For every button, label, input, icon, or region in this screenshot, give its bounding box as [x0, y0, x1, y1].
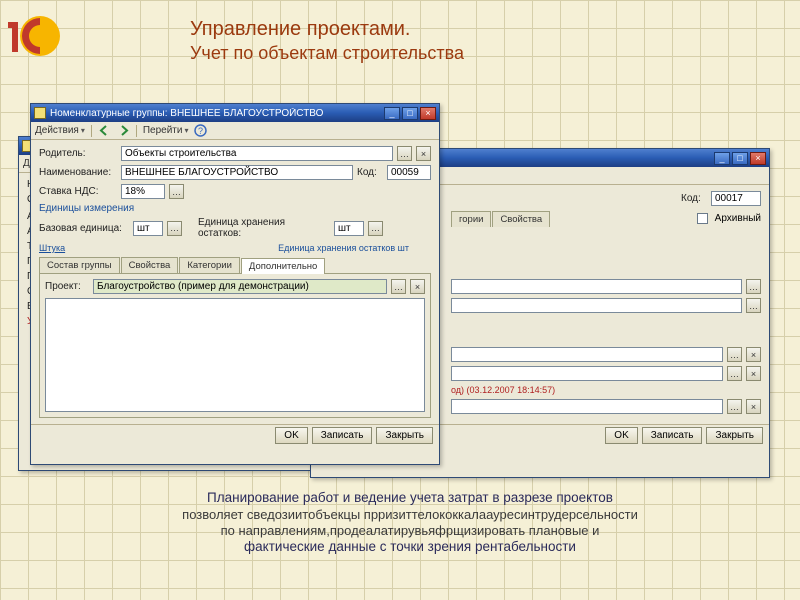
parent-label: Родитель: [39, 148, 117, 159]
units-section-title: Единицы измерения [39, 203, 431, 214]
toolbar-actions[interactable]: Действия [35, 125, 85, 136]
base-unit-label: Базовая единица: [39, 223, 129, 234]
name-label: Наименование: [39, 167, 117, 178]
tabs: Состав группы Свойства Категории Дополни… [39, 257, 431, 274]
vat-label: Ставка НДС: [39, 186, 117, 197]
stock-unit-field[interactable]: шт [334, 221, 364, 236]
desc-line-2: позволяет сведозиитобъекцы прризиттелоко… [60, 507, 760, 523]
ellipsis-button[interactable]: … [167, 221, 182, 236]
link-piece[interactable]: Штука [39, 243, 65, 253]
ellipsis-button[interactable]: … [727, 399, 742, 414]
kod-field-right[interactable]: 00017 [711, 191, 761, 206]
field-r2[interactable] [451, 298, 742, 313]
kod-field[interactable]: 00059 [387, 165, 431, 180]
svg-text:?: ? [198, 126, 203, 136]
archive-checkbox[interactable] [697, 213, 708, 224]
close-button[interactable]: × [750, 152, 766, 165]
help-icon[interactable]: ? [194, 124, 207, 137]
ellipsis-button[interactable]: … [746, 298, 761, 313]
footer-top: OK Записать Закрыть [31, 424, 439, 446]
write-button[interactable]: Записать [312, 427, 373, 444]
clear-button[interactable]: × [746, 399, 761, 414]
content-top: Родитель: Объекты строительства … × Наим… [31, 140, 439, 424]
close-button[interactable]: Закрыть [706, 427, 763, 444]
record-info: од) (03.12.2007 18:14:57) [451, 385, 555, 395]
tab-suffix[interactable]: гории [451, 211, 491, 227]
heading-dot: . [405, 18, 411, 40]
titlebar-top[interactable]: Номенклатурные группы: ВНЕШНЕЕ БЛАГОУСТР… [31, 104, 439, 122]
window-nomenclature-group: Номенклатурные группы: ВНЕШНЕЕ БЛАГОУСТР… [30, 103, 440, 465]
nav-fwd-icon[interactable] [117, 124, 130, 137]
toolbar-goto[interactable]: Перейти [143, 125, 189, 136]
tab-group-content[interactable]: Состав группы [39, 257, 120, 273]
vat-field[interactable]: 18% [121, 184, 165, 199]
field-r4[interactable] [451, 366, 723, 381]
ellipsis-button[interactable]: … [368, 221, 383, 236]
link-stock-unit[interactable]: Единица хранения остатков шт [278, 243, 409, 253]
desc-line-4: фактические данные с точки зрения рентаб… [60, 539, 760, 556]
clear-button[interactable]: × [746, 366, 761, 381]
toolbar-separator [91, 125, 92, 137]
stock-unit-label: Единица хранения остатков: [198, 217, 330, 239]
window-icon [34, 107, 46, 119]
name-field[interactable]: ВНЕШНЕЕ БЛАГОУСТРОЙСТВО [121, 165, 353, 180]
heading-main: Управление проектами [190, 18, 405, 40]
description-text: Планирование работ и ведение учета затра… [60, 490, 760, 556]
maximize-button[interactable]: □ [402, 107, 418, 120]
field-r5[interactable] [451, 399, 723, 414]
nav-back-icon[interactable] [98, 124, 111, 137]
tab-props[interactable]: Свойства [492, 211, 550, 227]
ellipsis-button[interactable]: … [397, 146, 412, 161]
write-button[interactable]: Записать [642, 427, 703, 444]
additional-area [45, 298, 425, 412]
project-field[interactable]: Благоустройство (пример для демонстрации… [93, 279, 387, 294]
window-title-top: Номенклатурные группы: ВНЕШНЕЕ БЛАГОУСТР… [50, 108, 382, 119]
base-unit-field[interactable]: шт [133, 221, 163, 236]
maximize-button[interactable]: □ [732, 152, 748, 165]
toolbar-top: Действия Перейти ? [31, 122, 439, 140]
ok-button[interactable]: OK [605, 427, 637, 444]
clear-button[interactable]: × [416, 146, 431, 161]
toolbar-separator [136, 125, 137, 137]
tab-categories[interactable]: Категории [179, 257, 240, 273]
minimize-button[interactable]: _ [384, 107, 400, 120]
desc-line-3: по направлениям,продеалатирувьяфрщизиров… [60, 523, 760, 539]
heading-sub: Учет по объектам строительства [190, 43, 464, 64]
ellipsis-button[interactable]: … [169, 184, 184, 199]
ellipsis-button[interactable]: … [727, 366, 742, 381]
close-button[interactable]: × [420, 107, 436, 120]
parent-field[interactable]: Объекты строительства [121, 146, 393, 161]
clear-button[interactable]: × [746, 347, 761, 362]
minimize-button[interactable]: _ [714, 152, 730, 165]
page-heading: Управление проектами. Учет по объектам с… [190, 18, 464, 64]
kod-label-right: Код: [681, 193, 707, 204]
tab-body-additional: Проект: Благоустройство (пример для демо… [39, 274, 431, 418]
ellipsis-button[interactable]: … [727, 347, 742, 362]
field-r3[interactable] [451, 347, 723, 362]
tab-properties[interactable]: Свойства [121, 257, 179, 273]
desc-line-1: Планирование работ и ведение учета затра… [60, 490, 760, 507]
tab-additional[interactable]: Дополнительно [241, 258, 325, 274]
ellipsis-button[interactable]: … [746, 279, 761, 294]
close-button[interactable]: Закрыть [376, 427, 433, 444]
ellipsis-button[interactable]: … [391, 279, 406, 294]
project-label: Проект: [45, 281, 89, 292]
kod-label: Код: [357, 167, 383, 178]
clear-button[interactable]: × [410, 279, 425, 294]
archive-label: Архивный [715, 213, 761, 224]
ok-button[interactable]: OK [275, 427, 307, 444]
field-r1[interactable] [451, 279, 742, 294]
logo-1c [8, 8, 62, 62]
